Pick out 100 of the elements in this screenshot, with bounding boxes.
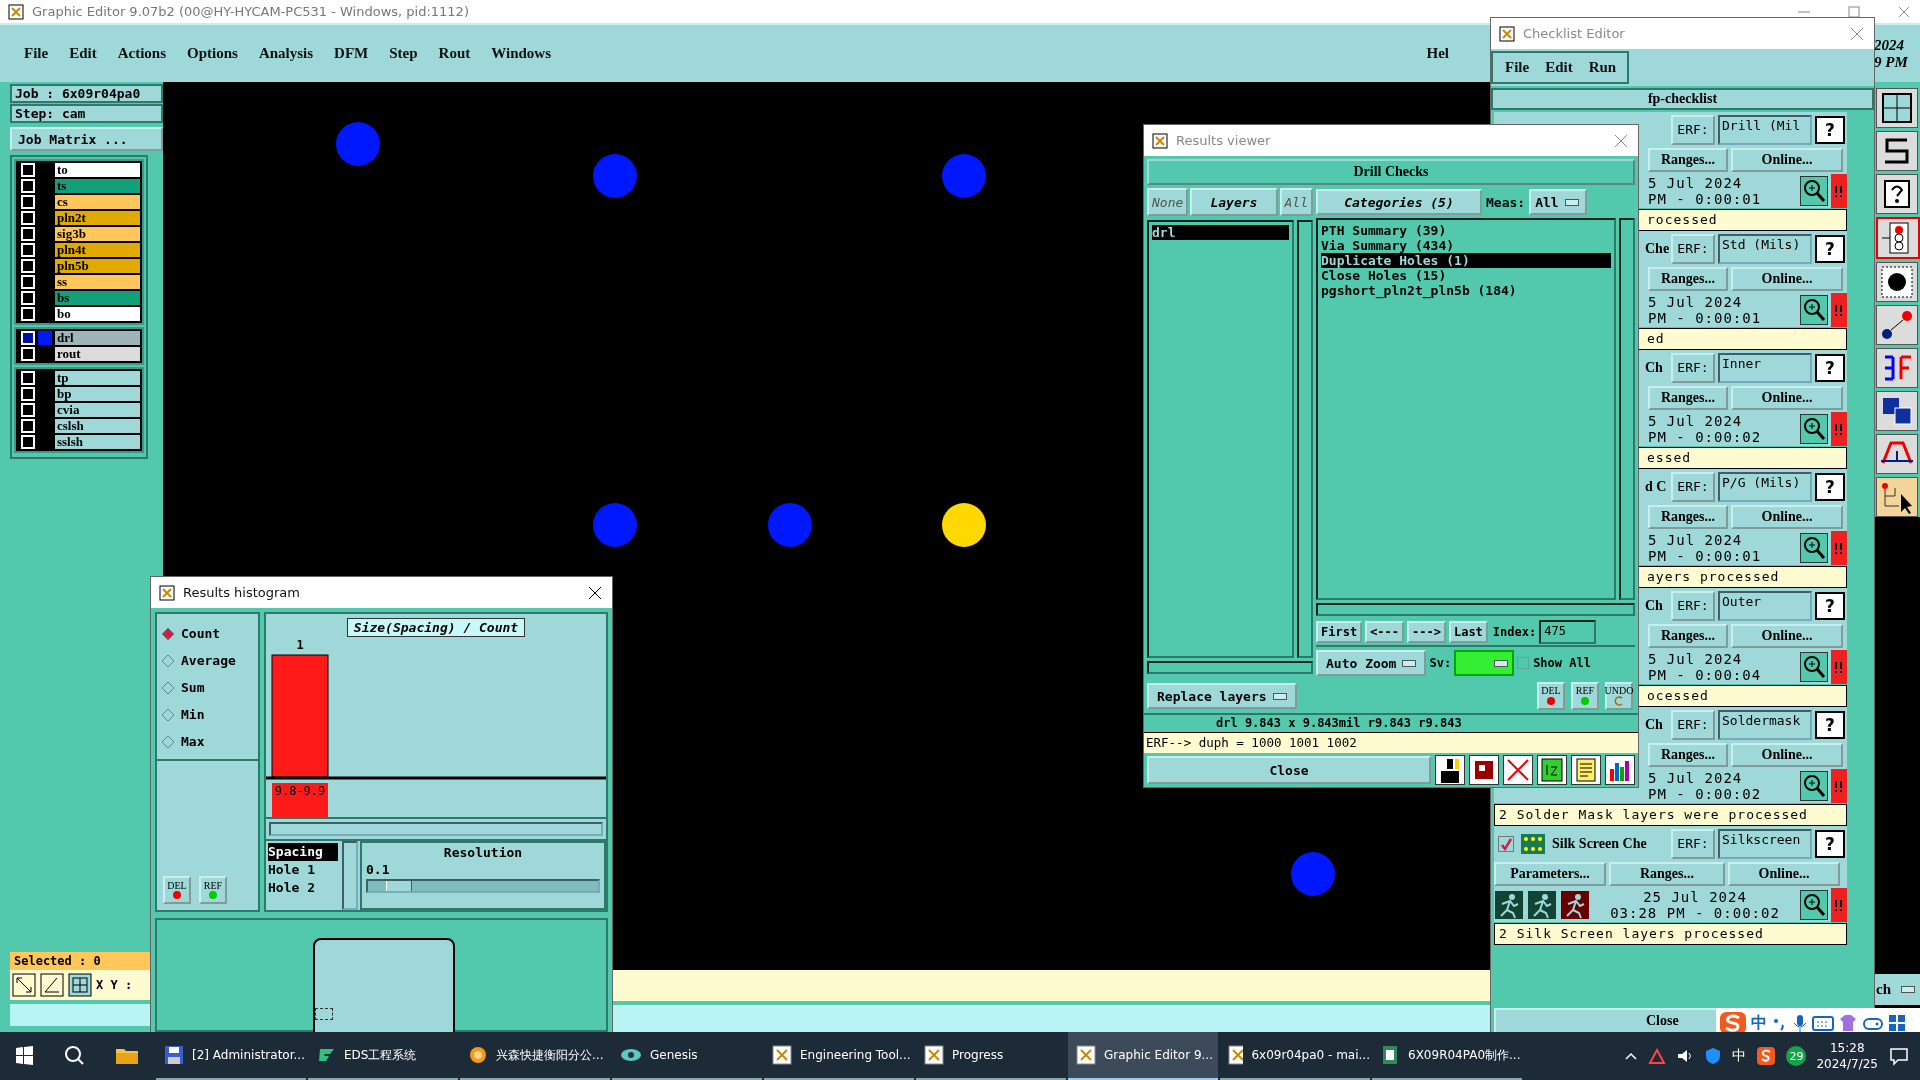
- taskbar-button[interactable]: Progress: [916, 1032, 1066, 1080]
- layer-checkbox[interactable]: [21, 387, 35, 401]
- traffic-light-icon[interactable]: [1876, 217, 1920, 259]
- angle-icon[interactable]: [40, 973, 64, 997]
- cursor-icon[interactable]: [1876, 477, 1918, 517]
- layer-checkbox[interactable]: [21, 347, 35, 361]
- erf-field[interactable]: Outer: [1718, 590, 1812, 621]
- slider-thumb[interactable]: [386, 881, 413, 891]
- ranges-button[interactable]: Ranges...: [1648, 743, 1728, 768]
- zoom-in-icon[interactable]: [1800, 413, 1828, 444]
- erf-button[interactable]: ERF:: [1671, 233, 1715, 264]
- action-button[interactable]: UNDO: [1605, 682, 1633, 710]
- zoom-in-icon[interactable]: [1800, 294, 1828, 325]
- ranges-button[interactable]: Ranges...: [1648, 624, 1728, 649]
- erf-button[interactable]: ERF:: [1671, 471, 1715, 502]
- s-logo-icon[interactable]: [1756, 1046, 1777, 1066]
- list-item[interactable]: drl: [1152, 225, 1289, 240]
- help-button[interactable]: ?: [1815, 829, 1845, 858]
- categories-button[interactable]: Categories (5): [1316, 189, 1482, 215]
- alert-icon[interactable]: [1831, 173, 1847, 208]
- layer-name[interactable]: rout: [55, 347, 140, 361]
- notes-icon[interactable]: [1571, 755, 1601, 785]
- layer-filter-button[interactable]: Layers: [1190, 188, 1278, 216]
- taskbar-button[interactable]: Engineering Tool...: [764, 1032, 914, 1080]
- menu-item[interactable]: DFM: [334, 45, 369, 62]
- navigation-button[interactable]: Last: [1448, 621, 1488, 643]
- replace-dropdown[interactable]: Replace layers: [1147, 683, 1297, 709]
- ranges-button[interactable]: Ranges...: [1648, 267, 1728, 292]
- online-button[interactable]: Online...: [1731, 743, 1843, 768]
- layer-name[interactable]: pln2t: [55, 211, 140, 225]
- stop-icon[interactable]: [1469, 755, 1499, 785]
- layer-checkbox[interactable]: [21, 275, 35, 289]
- scrollbar[interactable]: [1619, 218, 1635, 600]
- menu-item[interactable]: Step: [389, 45, 418, 62]
- layer-checkbox[interactable]: [21, 331, 35, 345]
- zoom-in-icon[interactable]: [1800, 889, 1828, 920]
- close-button[interactable]: [588, 585, 602, 600]
- menu-item[interactable]: Rout: [438, 45, 471, 62]
- input-language[interactable]: 中: [1732, 1047, 1747, 1065]
- alert-icon[interactable]: [1831, 887, 1847, 922]
- taskbar-button[interactable]: [2] Administrator...: [156, 1032, 306, 1080]
- online-button[interactable]: Online...: [1731, 386, 1843, 411]
- dots-link-icon[interactable]: [1876, 305, 1918, 345]
- menu-item[interactable]: Analysis: [258, 45, 314, 62]
- shield-icon[interactable]: [1704, 1047, 1723, 1065]
- meas-dropdown[interactable]: All: [1529, 189, 1588, 215]
- layer-name[interactable]: cvia: [55, 403, 140, 417]
- erf-button[interactable]: ERF:: [1671, 709, 1715, 740]
- histogram-bar[interactable]: [271, 654, 329, 778]
- job-matrix-button[interactable]: Job Matrix ...: [10, 127, 163, 151]
- layer-name[interactable]: pln4t: [55, 243, 140, 257]
- maximize-button[interactable]: [1846, 3, 1862, 20]
- layer-name[interactable]: bp: [55, 387, 140, 401]
- ranges-button[interactable]: Ranges...: [1648, 148, 1728, 173]
- online-button[interactable]: Online...: [1731, 505, 1843, 530]
- online-button[interactable]: Online...: [1731, 267, 1843, 292]
- layer-name[interactable]: drl: [55, 331, 140, 345]
- scrollbar[interactable]: [1297, 220, 1313, 658]
- layer-checkbox[interactable]: [21, 403, 35, 417]
- menu-item[interactable]: Windows: [491, 45, 551, 62]
- help-button[interactable]: ?: [1815, 472, 1845, 501]
- grid-icon[interactable]: [1876, 88, 1918, 128]
- alert-icon[interactable]: [1831, 530, 1847, 565]
- help-button[interactable]: ?: [1815, 115, 1845, 144]
- apps-icon[interactable]: [1887, 1013, 1907, 1033]
- help-button[interactable]: ?: [1815, 353, 1845, 382]
- layer-checkbox[interactable]: [21, 307, 35, 321]
- layer-checkbox[interactable]: [21, 371, 35, 385]
- help-icon[interactable]: [1876, 174, 1918, 214]
- layer-checkbox[interactable]: [21, 195, 35, 209]
- layer-checkbox[interactable]: [21, 179, 35, 193]
- taskbar-button[interactable]: Graphic Editor 9...: [1068, 1032, 1218, 1080]
- layer-checkbox[interactable]: [21, 163, 35, 177]
- menu-item[interactable]: Edit: [1545, 59, 1573, 76]
- index-field[interactable]: 475: [1539, 620, 1597, 644]
- action-button[interactable]: DEL: [1537, 682, 1565, 710]
- delete-button[interactable]: DEL: [163, 876, 191, 904]
- auto-zoom-dropdown[interactable]: Auto Zoom: [1316, 650, 1427, 676]
- help-button[interactable]: ?: [1815, 234, 1845, 263]
- erf-field[interactable]: Soldermask: [1718, 709, 1812, 740]
- help-button[interactable]: ?: [1815, 710, 1845, 739]
- taskbar-button[interactable]: 6x09r04pa0 - mai...: [1220, 1032, 1370, 1080]
- dropdown[interactable]: ch: [1874, 974, 1920, 1005]
- layer-checkbox[interactable]: [21, 227, 35, 241]
- page-icon[interactable]: [1537, 755, 1567, 785]
- navigation-button[interactable]: First: [1316, 621, 1363, 643]
- close-button[interactable]: Close: [1147, 756, 1431, 784]
- show-all-checkbox[interactable]: Show All: [1517, 656, 1591, 670]
- menu-item[interactable]: Edit: [69, 45, 97, 62]
- notification-icon[interactable]: [1888, 1045, 1910, 1067]
- navigation-button[interactable]: <---: [1365, 621, 1405, 643]
- erf-field[interactable]: Inner: [1718, 352, 1812, 383]
- layer-name[interactable]: bo: [55, 307, 140, 321]
- arch-icon[interactable]: [1876, 434, 1918, 474]
- menu-item[interactable]: Options: [187, 45, 238, 62]
- scrollbar[interactable]: [342, 841, 358, 910]
- zoom-in-icon[interactable]: [1800, 651, 1828, 682]
- menu-item[interactable]: Hel: [1426, 45, 1449, 62]
- ranges-button[interactable]: Ranges...: [1648, 386, 1728, 411]
- layer-checkbox[interactable]: [21, 291, 35, 305]
